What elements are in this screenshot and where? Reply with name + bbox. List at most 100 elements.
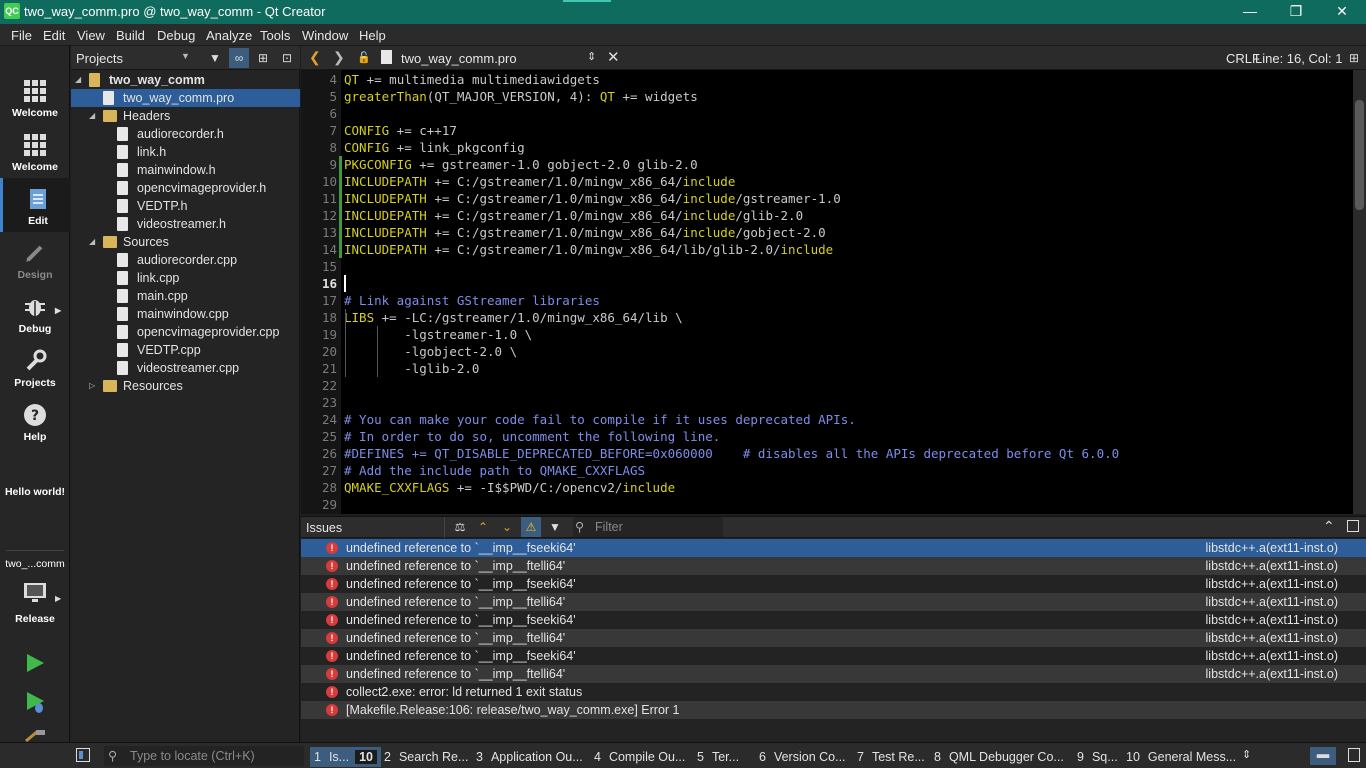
tree-item[interactable]: VEDTP.cpp	[71, 341, 300, 359]
clean-icon[interactable]: ⚖	[450, 517, 470, 537]
tree-item[interactable]: ▷ Resources	[71, 377, 300, 395]
issue-row[interactable]: ! [Makefile.Release:106: release/two_way_…	[301, 701, 1366, 719]
issue-file: libstdc++.a(ext11-inst.o)	[1205, 577, 1338, 591]
debug-run-icon[interactable]	[24, 690, 46, 714]
chevron-up-icon[interactable]: ⌃	[1323, 518, 1335, 535]
build-hammer-icon[interactable]	[24, 730, 46, 742]
updown-icon[interactable]: ⇕	[1242, 748, 1251, 761]
mode-welcome-2[interactable]: Welcome	[0, 124, 70, 178]
tree-item[interactable]: mainwindow.h	[71, 161, 300, 179]
code-editor[interactable]: 4 5 6 7 8 9 10 11 12 13 14 15 16 17 18 19 20 21 22 23 24 25 26…	[301, 70, 1353, 514]
maximize-panel-icon[interactable]	[1347, 520, 1359, 532]
chevron-up-icon[interactable]: ⌃	[473, 517, 493, 537]
editor-scrollbar[interactable]	[1353, 70, 1366, 514]
tree-item[interactable]: audiorecorder.cpp	[71, 251, 300, 269]
mode-help[interactable]: ? Help	[0, 394, 70, 448]
mode-welcome[interactable]: Welcome	[0, 70, 70, 124]
issue-row[interactable]: ! undefined reference to `__imp__fseeki64…	[301, 611, 1366, 629]
tree-item[interactable]: videostreamer.h	[71, 215, 300, 233]
menu-debug[interactable]: Debug	[157, 28, 195, 43]
issues-filter-input[interactable]: ⚲ Filter	[573, 517, 723, 537]
line-number: 17	[321, 293, 337, 308]
issue-row[interactable]: ! undefined reference to `__imp__ftelli64…	[301, 593, 1366, 611]
updown-icon[interactable]: ⇕	[587, 50, 596, 63]
tree-item[interactable]: link.h	[71, 143, 300, 161]
run-icon[interactable]	[24, 652, 46, 674]
cursor-position[interactable]: Line: 16, Col: 1	[1255, 51, 1342, 66]
output-tab[interactable]: 2 Search Re...	[380, 747, 472, 767]
mode-debug[interactable]: Debug ▶	[0, 286, 70, 340]
minimize-icon[interactable]: —	[1227, 0, 1273, 24]
tree-item[interactable]: ◢ Sources	[71, 233, 300, 251]
warning-icon[interactable]: ⚠	[521, 517, 541, 537]
menu-help[interactable]: Help	[359, 28, 386, 43]
restore-icon[interactable]: ❐	[1273, 0, 1319, 24]
chevron-down-icon[interactable]: ▼	[181, 51, 190, 61]
toggle-right-sidebar-icon[interactable]	[1348, 748, 1360, 762]
tree-item[interactable]: main.cpp	[71, 287, 300, 305]
output-tab[interactable]: 5 Ter...	[693, 747, 743, 767]
output-tab[interactable]: 1 Is... 10	[310, 747, 382, 767]
tree-item[interactable]: VEDTP.h	[71, 197, 300, 215]
code-token: greaterThan	[344, 89, 427, 104]
tree-item[interactable]: link.cpp	[71, 269, 300, 287]
menu-window[interactable]: Window	[302, 28, 348, 43]
output-tab[interactable]: 6 Version Co...	[755, 747, 850, 767]
tree-item[interactable]: videostreamer.cpp	[71, 359, 300, 377]
tree-item[interactable]: opencvimageprovider.cpp	[71, 323, 300, 341]
open-document-select[interactable]: two_way_comm.pro	[401, 51, 517, 66]
tree-item[interactable]: ◢ Headers	[71, 107, 300, 125]
output-tab[interactable]: 8 QML Debugger Co...	[930, 747, 1068, 767]
issue-row[interactable]: ! undefined reference to `__imp__ftelli64…	[301, 629, 1366, 647]
issue-description: undefined reference to `__imp__ftelli64'	[346, 631, 566, 645]
projects-view-select[interactable]: Projects	[76, 51, 123, 66]
close-panel-icon[interactable]: ⊡	[277, 48, 297, 68]
output-tab[interactable]: 10 General Mess...	[1122, 747, 1240, 767]
issue-row[interactable]: ! undefined reference to `__imp__fseeki64…	[301, 647, 1366, 665]
mode-projects[interactable]: Projects	[0, 340, 70, 394]
expanded-arrow-icon[interactable]: ◢	[75, 71, 81, 89]
toggle-output-icon[interactable]: ▬	[1310, 747, 1336, 765]
issue-row[interactable]: ! undefined reference to `__imp__fseeki64…	[301, 539, 1366, 557]
scrollbar-thumb[interactable]	[1355, 100, 1364, 210]
mode-edit[interactable]: Edit	[0, 178, 70, 232]
menu-build[interactable]: Build	[116, 28, 145, 43]
back-arrow-icon[interactable]: ❮	[309, 49, 321, 66]
tree-item[interactable]: ◢ two_way_comm	[71, 71, 300, 89]
menu-view[interactable]: View	[77, 28, 105, 43]
menu-tools[interactable]: Tools	[260, 28, 290, 43]
output-tab[interactable]: 4 Compile Ou...	[590, 747, 689, 767]
menu-analyze[interactable]: Analyze	[206, 28, 252, 43]
menu-file[interactable]: File	[11, 28, 32, 43]
output-tab[interactable]: 7 Test Re...	[853, 747, 929, 767]
toggle-sidebar-icon[interactable]	[76, 748, 90, 762]
split-icon[interactable]: ⊞	[1344, 48, 1364, 68]
kit-selector[interactable]: ▶ Release	[0, 576, 70, 628]
chevron-down-icon[interactable]: ⌄	[497, 517, 517, 537]
issue-row[interactable]: ! undefined reference to `__imp__ftelli64…	[301, 665, 1366, 683]
close-document-icon[interactable]: ✕	[607, 48, 620, 66]
expanded-arrow-icon[interactable]: ◢	[89, 107, 95, 125]
issue-row[interactable]: ! collect2.exe: error: ld returned 1 exit…	[301, 683, 1366, 701]
output-tab[interactable]: 9 Sq...	[1073, 747, 1122, 767]
tree-item[interactable]: mainwindow.cpp	[71, 305, 300, 323]
expanded-arrow-icon[interactable]: ◢	[89, 233, 95, 251]
forward-arrow-icon[interactable]: ❯	[333, 49, 345, 66]
menu-edit[interactable]: Edit	[43, 28, 65, 43]
filter-icon[interactable]: ▼	[545, 517, 565, 537]
close-icon[interactable]: ✕	[1319, 0, 1365, 24]
issue-row[interactable]: ! undefined reference to `__imp__ftelli64…	[301, 557, 1366, 575]
locate-input[interactable]: ⚲ Type to locate (Ctrl+K)	[104, 746, 304, 766]
collapsed-arrow-icon[interactable]: ▷	[89, 377, 95, 395]
split-icon[interactable]: ⊞	[253, 48, 273, 68]
issue-row[interactable]: ! undefined reference to `__imp__fseeki64…	[301, 575, 1366, 593]
mode-design[interactable]: Design	[0, 232, 70, 286]
change-marker	[339, 207, 342, 224]
output-tab[interactable]: 3 Application Ou...	[472, 747, 587, 767]
tree-item[interactable]: audiorecorder.h	[71, 125, 300, 143]
tree-item[interactable]: opencvimageprovider.h	[71, 179, 300, 197]
link-icon[interactable]: ∞	[229, 48, 249, 68]
filter-icon[interactable]: ▼	[205, 48, 225, 68]
code-token: QT	[599, 89, 615, 104]
tree-item[interactable]: two_way_comm.pro	[71, 89, 300, 107]
